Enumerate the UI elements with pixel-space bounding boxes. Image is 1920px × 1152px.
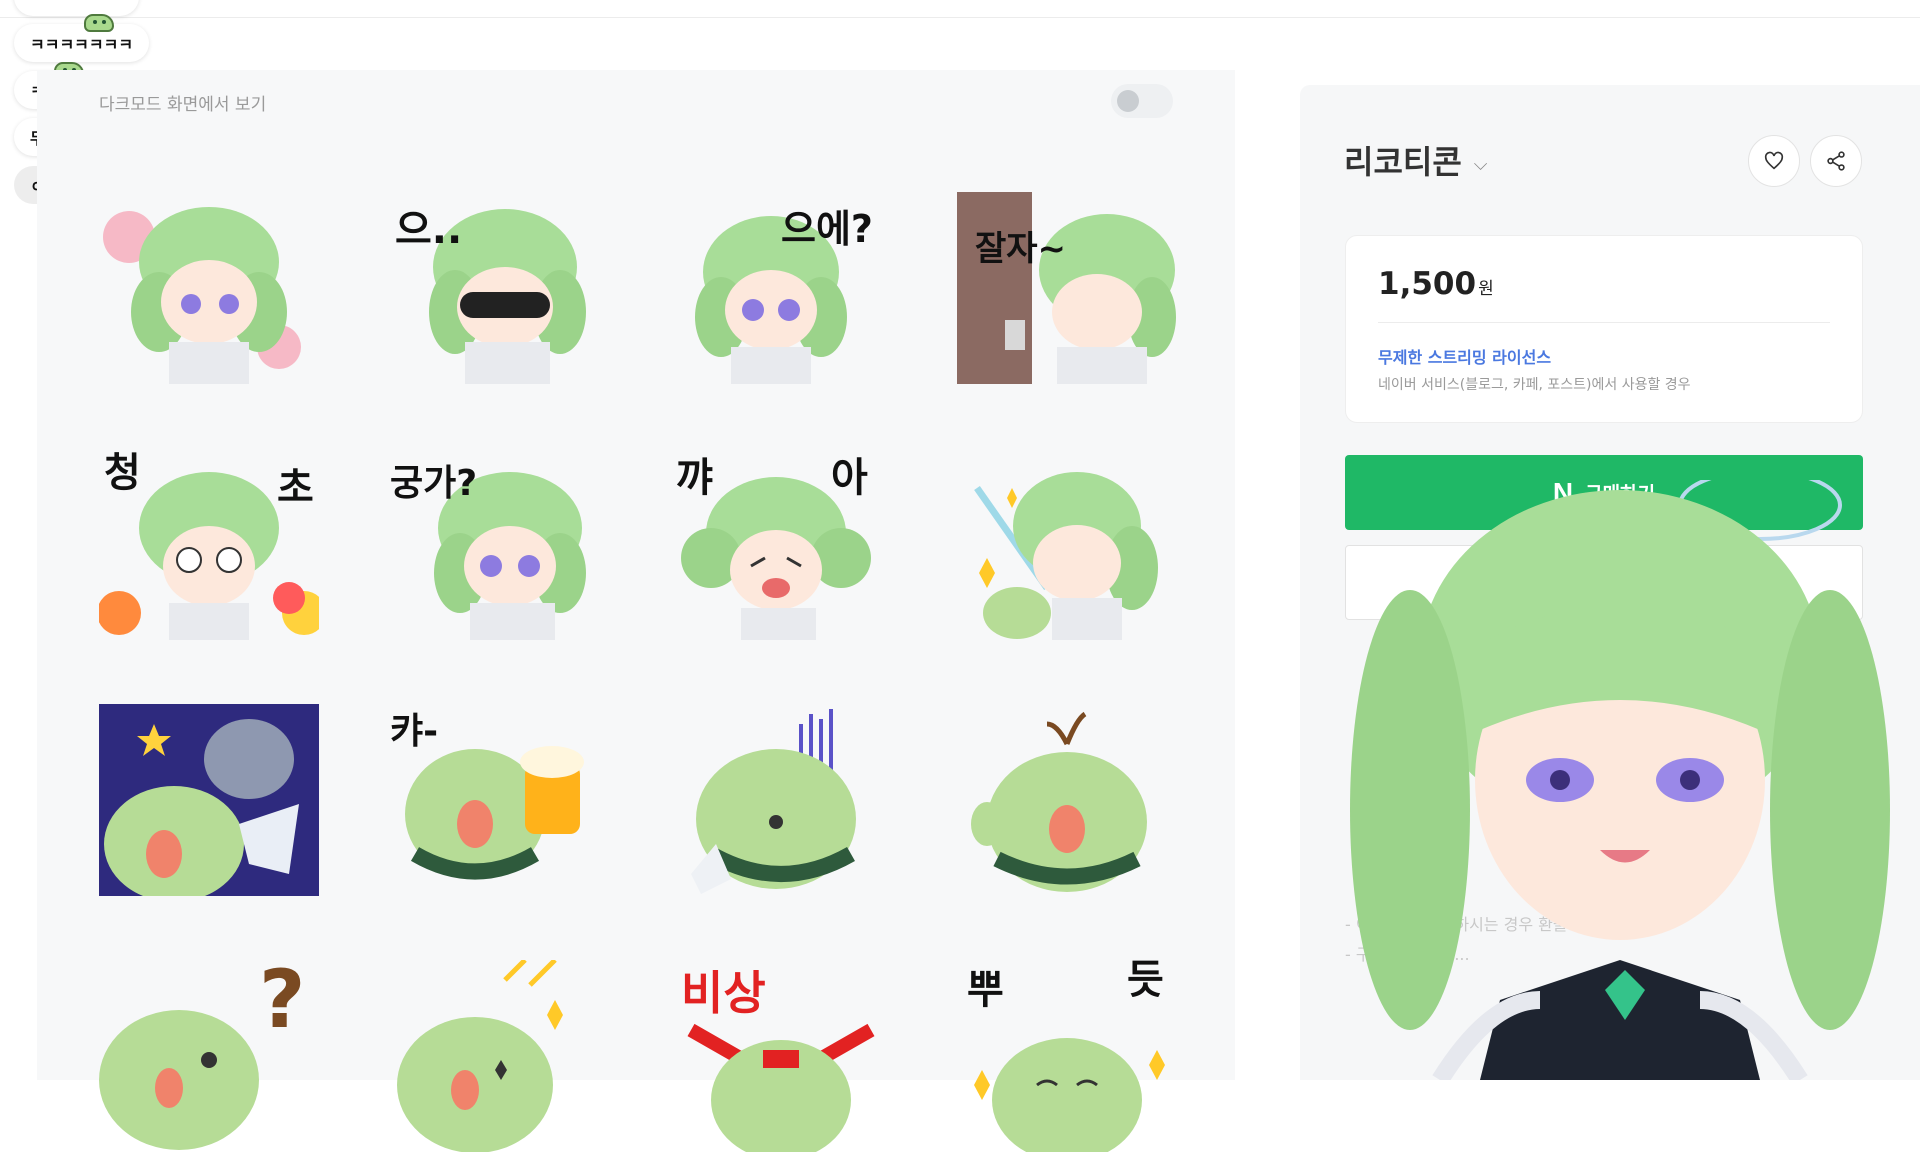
chat-message-partial bbox=[14, 0, 139, 16]
sticker-16[interactable]: 뿌 듯 bbox=[957, 960, 1177, 1152]
sticker-12[interactable] bbox=[957, 704, 1177, 896]
favorite-button[interactable] bbox=[1748, 135, 1800, 187]
sticker-5[interactable]: 청 초 bbox=[99, 448, 319, 640]
product-title: 리코티콘 bbox=[1344, 143, 1462, 181]
sticker-14[interactable] bbox=[385, 960, 605, 1152]
share-button[interactable] bbox=[1810, 135, 1862, 187]
price-card: 1,500 원 무제한 스트리밍 라이선스 네이버 서비스(블로그, 카페, 포스… bbox=[1345, 235, 1863, 423]
divider bbox=[1378, 322, 1830, 323]
price-unit: 원 bbox=[1478, 279, 1494, 299]
sticker-4[interactable]: 잘자~ bbox=[957, 192, 1177, 384]
sticker-2[interactable]: 으.. bbox=[385, 192, 605, 384]
price-row: 1,500 원 bbox=[1378, 266, 1494, 302]
dark-mode-toggle[interactable] bbox=[1111, 84, 1173, 118]
chevron-down-icon[interactable]: ⌵ bbox=[1474, 154, 1488, 175]
sticker-3[interactable]: 으에? bbox=[671, 192, 891, 384]
share-icon bbox=[1827, 151, 1845, 171]
sticker-11[interactable] bbox=[671, 704, 891, 896]
sticker-caption-right: 초 bbox=[277, 465, 314, 511]
sticker-7[interactable]: 꺄 아 bbox=[671, 448, 891, 640]
license-title[interactable]: 무제한 스트리밍 라이선스 bbox=[1378, 344, 1551, 368]
sticker-6[interactable]: 궁가? bbox=[385, 448, 605, 640]
sticker-caption: ? bbox=[259, 960, 306, 1046]
sticker-preview-panel: 다크모드 화면에서 보기 으.. 으에? 잘자~ 청 초 궁가? 꺄 아 캬- … bbox=[37, 70, 1235, 1152]
top-divider bbox=[0, 17, 1920, 18]
sticker-1[interactable] bbox=[99, 192, 319, 384]
sticker-caption: 비상 bbox=[681, 966, 766, 1020]
sticker-caption: 으.. bbox=[395, 207, 463, 253]
sticker-caption: 잘자~ bbox=[975, 229, 1067, 269]
sticker-13[interactable]: ? bbox=[99, 960, 319, 1152]
sticker-caption: 뿌 bbox=[967, 967, 1004, 1013]
license-description: 네이버 서비스(블로그, 카페, 포스트)에서 사용할 경우 bbox=[1378, 377, 1691, 393]
heart-icon bbox=[1764, 151, 1784, 170]
sticker-caption: 궁가? bbox=[390, 463, 478, 504]
sticker-caption: 으에? bbox=[781, 207, 873, 251]
sticker-caption: 꺄 bbox=[676, 455, 713, 501]
chat-avatar-icon bbox=[84, 14, 114, 32]
vtuber-avatar bbox=[1290, 469, 1920, 1085]
chat-message: ㅋㅋㅋㅋㅋㅋㅋ bbox=[14, 24, 150, 62]
sticker-caption: 청 bbox=[104, 450, 141, 496]
product-title-row: 리코티콘 ⌵ bbox=[1344, 137, 1487, 183]
dark-mode-label: 다크모드 화면에서 보기 bbox=[99, 94, 267, 115]
sticker-caption: 캬- bbox=[390, 711, 439, 752]
sticker-10[interactable]: 캬- bbox=[385, 704, 605, 896]
price-value: 1,500 bbox=[1378, 266, 1477, 302]
sticker-caption-right: 듯 bbox=[1127, 960, 1164, 1003]
sticker-15[interactable]: 비상 bbox=[671, 960, 891, 1152]
toggle-knob bbox=[1117, 90, 1139, 112]
sticker-9[interactable] bbox=[99, 704, 319, 896]
sticker-caption-right: 아 bbox=[831, 455, 868, 501]
sticker-8[interactable] bbox=[957, 448, 1177, 640]
